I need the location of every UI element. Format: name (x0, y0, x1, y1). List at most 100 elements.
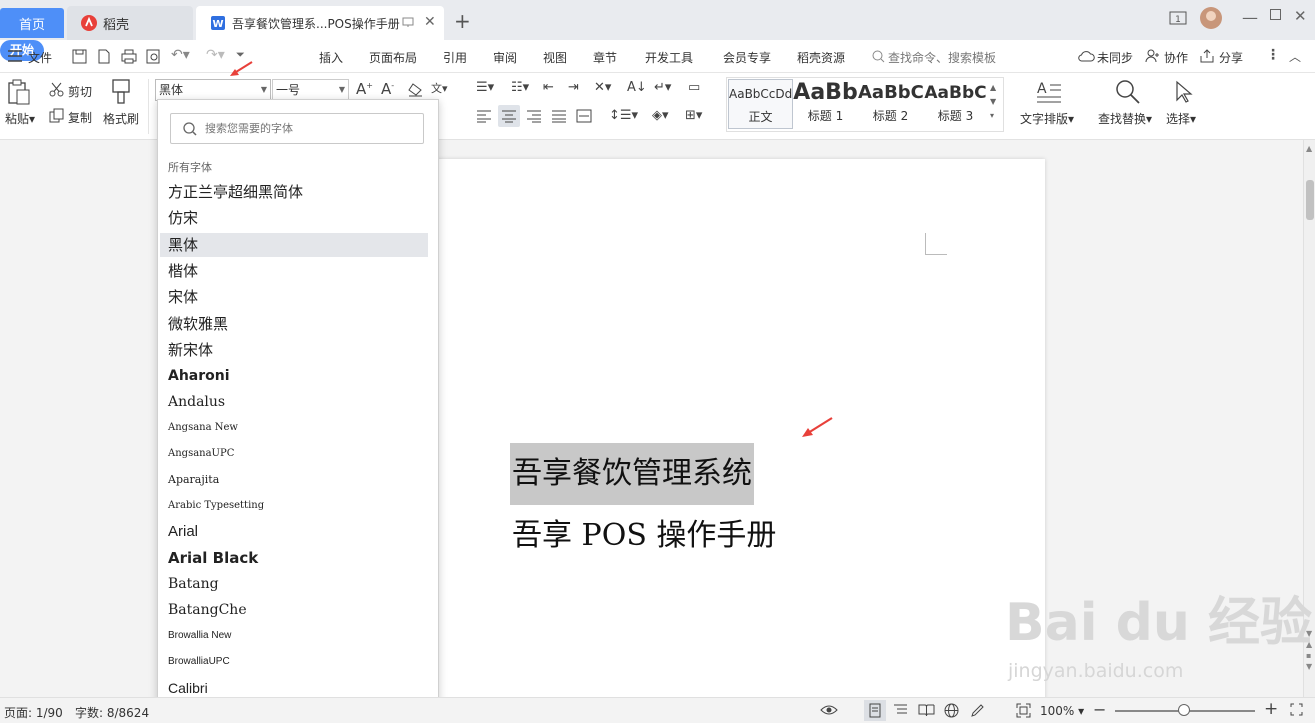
font-option[interactable]: BrowalliaUPC (160, 650, 428, 674)
page-view-button[interactable] (864, 700, 886, 721)
chinese-layout-icon[interactable]: ✕▾ (594, 80, 611, 95)
clear-format-icon[interactable] (407, 82, 423, 97)
menu-reference[interactable]: 引用 (443, 49, 467, 66)
user-avatar[interactable] (1200, 7, 1222, 29)
menu-chapter[interactable]: 章节 (593, 49, 617, 66)
menu-page-layout[interactable]: 页面布局 (369, 49, 417, 66)
ruler-icon[interactable]: ▭ (688, 80, 700, 95)
menu-insert[interactable]: 插入 (319, 49, 343, 66)
borders-icon[interactable]: ⊞▾ (685, 108, 702, 123)
phonetic-guide-icon[interactable]: 文▾ (431, 80, 448, 96)
redo-icon[interactable]: ↷▾ (206, 47, 225, 63)
undo-icon[interactable]: ↶▾ (171, 47, 190, 63)
line-spacing-icon[interactable]: ↕☰▾ (609, 108, 638, 123)
font-size-select[interactable]: 一号 ▼ (272, 79, 349, 101)
save-icon[interactable] (72, 49, 87, 64)
scrollbar-thumb[interactable] (1306, 180, 1314, 220)
fit-page-icon[interactable] (1016, 703, 1031, 718)
tab-home[interactable]: 首页 (0, 8, 64, 38)
style-normal[interactable]: AaBbCcDd 正文 (728, 79, 793, 129)
export-pdf-icon[interactable] (96, 49, 111, 64)
print-preview-icon[interactable] (146, 49, 161, 64)
show-marks-icon[interactable]: ↵▾ (654, 80, 671, 95)
zoom-level[interactable]: 100% ▾ (1040, 704, 1084, 718)
align-right-icon[interactable] (526, 109, 542, 123)
menu-vip[interactable]: 会员专享 (723, 49, 771, 66)
menu-devtools[interactable]: 开发工具 (645, 49, 693, 66)
style-heading-1[interactable]: AaBb 标题 1 (793, 79, 858, 129)
shrink-font-icon[interactable]: A- (381, 80, 394, 98)
collapse-ribbon-icon[interactable]: ︿ (1289, 48, 1301, 65)
command-search[interactable]: 查找命令、搜索模板 (888, 49, 996, 66)
font-option[interactable]: Arial Black (160, 546, 428, 570)
sync-status[interactable]: 未同步 (1097, 49, 1133, 66)
menu-file[interactable]: 文件 (28, 49, 52, 66)
new-tab-icon[interactable]: + (454, 9, 471, 33)
numbered-list-icon[interactable]: ☷▾ (511, 80, 529, 95)
font-name-select[interactable]: 黑体 ▼ (155, 79, 271, 101)
font-option[interactable]: 新宋体 (160, 338, 428, 362)
font-option[interactable]: Aharoni (160, 364, 428, 388)
hamburger-icon[interactable] (8, 50, 22, 62)
format-painter-button[interactable]: 格式刷 (103, 110, 139, 127)
select-button[interactable]: 选择▾ (1166, 110, 1196, 127)
reading-view-icon[interactable] (918, 703, 935, 717)
zoom-slider-thumb[interactable] (1178, 704, 1190, 716)
font-option[interactable]: Aparajita (160, 468, 428, 492)
close-window-icon[interactable]: ✕ (1294, 7, 1307, 25)
font-search-input[interactable] (205, 120, 415, 138)
style-heading-3[interactable]: AaBbC 标题 3 (923, 79, 988, 129)
minimize-icon[interactable]: — (1242, 8, 1258, 27)
font-option[interactable]: AngsanaUPC (160, 442, 428, 466)
text-layout-button[interactable]: 文字排版▾ (1020, 110, 1074, 127)
styles-scroll-icon[interactable]: ▲ ▼ ▾ (990, 81, 996, 123)
paste-button[interactable]: 粘贴▾ (5, 110, 35, 127)
page-count[interactable]: 页面: 1/90 (4, 704, 63, 721)
tab-daoke[interactable]: 稻壳 (67, 6, 193, 40)
font-option[interactable]: 宋体 (160, 285, 428, 309)
outline-view-icon[interactable] (893, 703, 908, 717)
cut-button[interactable]: 剪切 (68, 83, 92, 100)
font-option[interactable]: 黑体 (160, 232, 428, 257)
increase-indent-icon[interactable]: ⇥ (568, 80, 579, 95)
bullet-list-icon[interactable]: ☰▾ (476, 80, 494, 95)
font-option[interactable]: Batang (160, 572, 428, 596)
sort-icon[interactable]: A↓ (627, 80, 647, 95)
font-option[interactable]: 微软雅黑 (160, 312, 428, 336)
subtitle-text[interactable]: 吾享 POS 操作手册 (512, 511, 776, 561)
maximize-icon[interactable] (1270, 9, 1281, 20)
selected-title-text[interactable]: 吾享餐饮管理系统 (510, 443, 754, 505)
pen-icon[interactable] (970, 703, 985, 718)
font-option[interactable]: Andalus (160, 390, 428, 414)
grow-font-icon[interactable]: A+ (356, 80, 373, 98)
print-icon[interactable] (121, 49, 137, 64)
decrease-indent-icon[interactable]: ⇤ (543, 80, 554, 95)
scroll-up-icon[interactable]: ▲ (1306, 144, 1312, 153)
eye-protection-icon[interactable] (820, 703, 838, 717)
font-option[interactable]: Arial (160, 520, 428, 544)
copy-button[interactable]: 复制 (68, 109, 92, 126)
word-count[interactable]: 字数: 8/8624 (75, 704, 149, 721)
distributed-align-icon[interactable] (576, 109, 592, 123)
pin-tab-icon[interactable] (402, 16, 414, 28)
zoom-in-icon[interactable]: + (1264, 699, 1278, 719)
window-switch-icon[interactable]: 1 (1169, 10, 1187, 26)
style-heading-2[interactable]: AaBbC 标题 2 (858, 79, 923, 129)
fullscreen-icon[interactable] (1290, 703, 1303, 716)
find-replace-button[interactable]: 查找替换▾ (1098, 110, 1152, 127)
web-view-icon[interactable] (944, 703, 959, 718)
share-button[interactable]: 分享 (1219, 49, 1243, 66)
paste-icon[interactable] (8, 79, 30, 105)
tab-document[interactable]: W 吾享餐饮管理系...POS操作手册 ✕ (196, 6, 444, 40)
align-center-button[interactable] (498, 105, 520, 127)
menu-review[interactable]: 审阅 (493, 49, 517, 66)
font-option[interactable]: 楷体 (160, 259, 428, 283)
font-option[interactable]: Arabic Typesetting (160, 494, 428, 518)
shading-icon[interactable]: ◈▾ (652, 108, 669, 123)
font-option[interactable]: 仿宋 (160, 206, 428, 230)
font-option[interactable]: BatangChe (160, 598, 428, 622)
menu-view[interactable]: 视图 (543, 49, 567, 66)
zoom-out-icon[interactable]: − (1093, 700, 1106, 719)
collaborate-button[interactable]: 协作 (1164, 49, 1188, 66)
more-icon[interactable]: ⋮ (1266, 47, 1280, 63)
